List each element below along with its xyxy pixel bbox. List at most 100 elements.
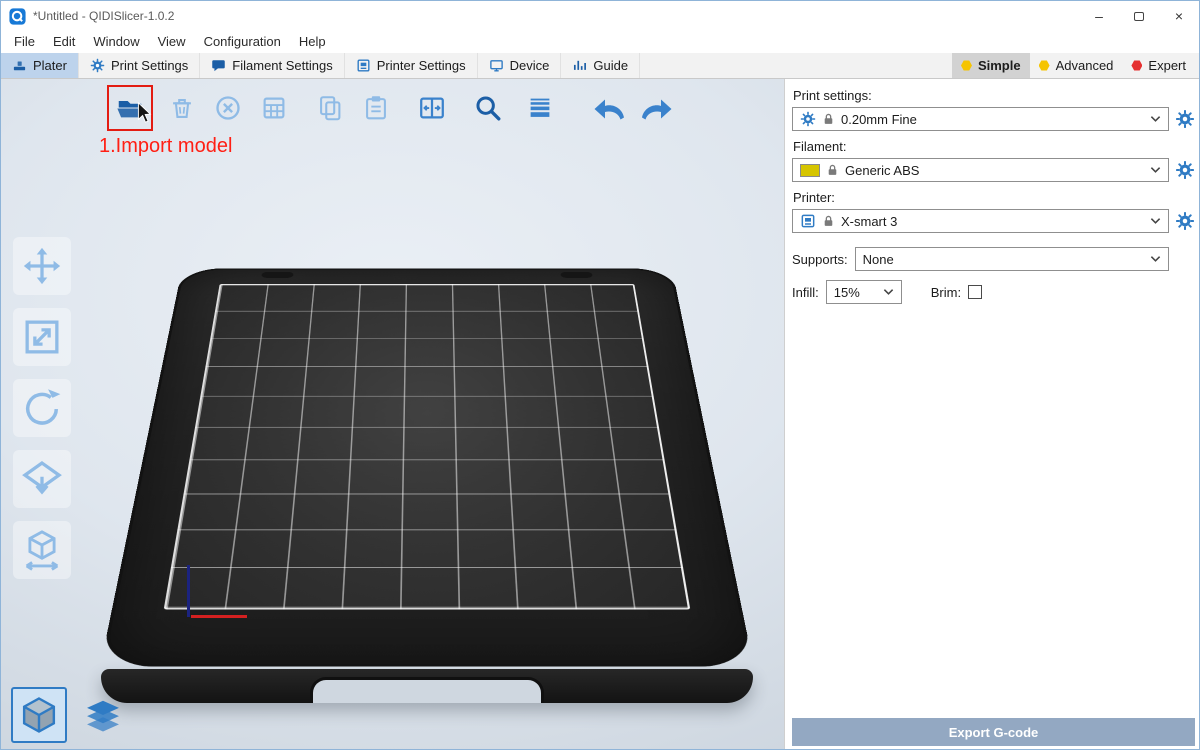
device-icon bbox=[489, 58, 504, 73]
infill-label: Infill: bbox=[792, 285, 819, 300]
tab-label: Device bbox=[510, 58, 550, 73]
chevron-down-icon bbox=[1150, 217, 1161, 225]
window-title: *Untitled - QIDISlicer-1.0.2 bbox=[33, 9, 1079, 23]
mode-switcher: Simple Advanced Expert bbox=[952, 53, 1195, 78]
bed-grid bbox=[164, 284, 691, 610]
title-bar: *Untitled - QIDISlicer-1.0.2 – × bbox=[1, 1, 1199, 31]
bed-clip-left bbox=[261, 272, 293, 278]
window-controls: – × bbox=[1079, 1, 1199, 31]
filament-icon bbox=[211, 58, 226, 73]
scale-gizmo-button[interactable] bbox=[13, 308, 71, 366]
tab-plater[interactable]: Plater bbox=[1, 53, 79, 78]
arrange-button[interactable] bbox=[253, 87, 295, 129]
filament-gear-button[interactable] bbox=[1175, 160, 1195, 180]
chevron-down-icon bbox=[1150, 166, 1161, 174]
menu-item-edit[interactable]: Edit bbox=[44, 31, 84, 53]
tab-label: Plater bbox=[33, 58, 67, 73]
undo-icon bbox=[592, 93, 628, 124]
maximize-icon bbox=[1134, 12, 1144, 21]
view-switcher bbox=[11, 687, 131, 743]
close-button[interactable]: × bbox=[1159, 1, 1199, 31]
move-gizmo-button[interactable] bbox=[13, 237, 71, 295]
place-on-face-gizmo-button[interactable] bbox=[13, 450, 71, 508]
search-button[interactable] bbox=[467, 87, 509, 129]
infill-value: 15% bbox=[834, 285, 860, 300]
undo-button[interactable] bbox=[589, 87, 631, 129]
expert-mode-icon bbox=[1131, 60, 1142, 71]
simple-mode-icon bbox=[961, 60, 972, 71]
maximize-button[interactable] bbox=[1119, 1, 1159, 31]
print-bed bbox=[117, 239, 737, 719]
redo-button[interactable] bbox=[635, 87, 677, 129]
app-window: *Untitled - QIDISlicer-1.0.2 – × File Ed… bbox=[0, 0, 1200, 750]
mode-advanced[interactable]: Advanced bbox=[1030, 53, 1123, 78]
mode-simple[interactable]: Simple bbox=[952, 53, 1030, 78]
tab-device[interactable]: Device bbox=[478, 53, 562, 78]
print-settings-combo[interactable]: 0.20mm Fine bbox=[792, 107, 1169, 131]
split-icon bbox=[417, 93, 447, 123]
copy-button[interactable] bbox=[309, 87, 351, 129]
preview-button[interactable] bbox=[75, 687, 131, 743]
rotate-gizmo-button[interactable] bbox=[13, 379, 71, 437]
menu-item-file[interactable]: File bbox=[5, 31, 44, 53]
tab-print-settings[interactable]: Print Settings bbox=[79, 53, 200, 78]
flatten-icon bbox=[20, 457, 64, 501]
minimize-button[interactable]: – bbox=[1079, 1, 1119, 31]
printer-icon bbox=[800, 213, 816, 229]
settings-sidebar: Print settings: 0.20mm Fine Filament: Ge… bbox=[784, 79, 1199, 749]
x-axis-indicator bbox=[191, 615, 247, 618]
tab-filament-settings[interactable]: Filament Settings bbox=[200, 53, 344, 78]
mode-label: Advanced bbox=[1056, 58, 1114, 73]
rotate-icon bbox=[20, 386, 64, 430]
variable-layer-height-button[interactable] bbox=[519, 87, 561, 129]
print-settings-value: 0.20mm Fine bbox=[841, 112, 917, 127]
printer-combo[interactable]: X-smart 3 bbox=[792, 209, 1169, 233]
gear-icon bbox=[800, 111, 816, 127]
bed-handle-notch bbox=[310, 677, 544, 703]
menu-item-view[interactable]: View bbox=[149, 31, 195, 53]
paste-button[interactable] bbox=[355, 87, 397, 129]
mode-label: Expert bbox=[1148, 58, 1186, 73]
delete-button[interactable] bbox=[161, 87, 203, 129]
layers-icon bbox=[525, 93, 555, 123]
cube-icon bbox=[17, 693, 61, 737]
bed-plate bbox=[100, 268, 754, 666]
measure-icon bbox=[20, 528, 64, 572]
supports-combo[interactable]: None bbox=[855, 247, 1169, 271]
menu-item-window[interactable]: Window bbox=[84, 31, 148, 53]
gear-icon bbox=[1175, 160, 1195, 180]
tab-bar: Plater Print Settings Filament Settings … bbox=[1, 53, 1199, 79]
scale-icon bbox=[20, 315, 64, 359]
import-annotation: 1.Import model bbox=[99, 135, 232, 158]
3d-view-button[interactable] bbox=[11, 687, 67, 743]
printer-value: X-smart 3 bbox=[841, 214, 897, 229]
tab-printer-settings[interactable]: Printer Settings bbox=[345, 53, 478, 78]
arrange-grid-icon bbox=[259, 93, 289, 123]
filament-label: Filament: bbox=[793, 139, 1195, 154]
lock-icon bbox=[822, 214, 835, 228]
chevron-down-icon bbox=[1150, 115, 1161, 123]
filament-combo[interactable]: Generic ABS bbox=[792, 158, 1169, 182]
paste-icon bbox=[361, 93, 391, 123]
3d-viewport[interactable]: 1.Import model bbox=[1, 79, 784, 749]
menu-item-configuration[interactable]: Configuration bbox=[195, 31, 290, 53]
mode-expert[interactable]: Expert bbox=[1122, 53, 1195, 78]
delete-all-button[interactable] bbox=[207, 87, 249, 129]
print-settings-gear-button[interactable] bbox=[1175, 109, 1195, 129]
gear-icon bbox=[1175, 211, 1195, 231]
lock-icon bbox=[822, 112, 835, 126]
menu-item-help[interactable]: Help bbox=[290, 31, 335, 53]
printer-gear-button[interactable] bbox=[1175, 211, 1195, 231]
infill-combo[interactable]: 15% bbox=[826, 280, 902, 304]
split-instances-button[interactable] bbox=[411, 87, 453, 129]
bed-clip-right bbox=[560, 272, 592, 278]
tab-guide[interactable]: Guide bbox=[561, 53, 640, 78]
printer-label: Printer: bbox=[793, 190, 1195, 205]
gear-icon bbox=[90, 58, 105, 73]
export-gcode-button[interactable]: Export G-code bbox=[792, 718, 1195, 746]
gear-icon bbox=[1175, 109, 1195, 129]
print-settings-label: Print settings: bbox=[793, 88, 1195, 103]
measure-gizmo-button[interactable] bbox=[13, 521, 71, 579]
brim-checkbox[interactable] bbox=[968, 285, 982, 299]
filament-color-swatch bbox=[800, 164, 820, 177]
